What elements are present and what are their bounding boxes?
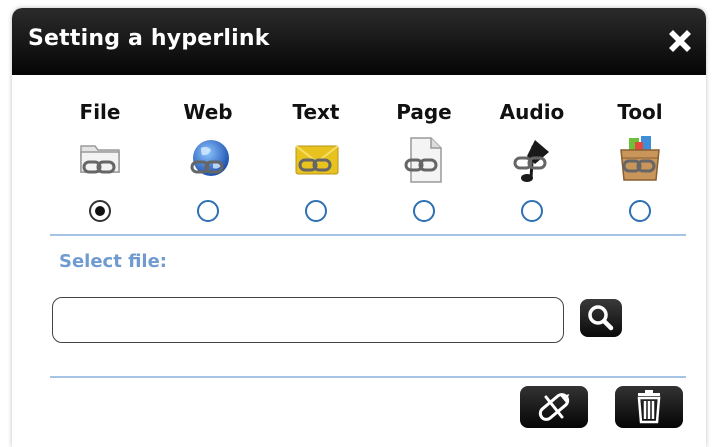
radio-tool[interactable] xyxy=(629,200,651,222)
select-file-label: Select file: xyxy=(59,251,168,272)
title-bar: Setting a hyperlink xyxy=(12,8,706,75)
link-type-tool[interactable]: Tool xyxy=(586,94,694,234)
hyperlink-dialog: Setting a hyperlink File Web Text Page A… xyxy=(12,8,706,447)
radio-file[interactable] xyxy=(89,200,111,222)
divider-top xyxy=(50,234,686,236)
text-envelope-link-icon xyxy=(291,134,341,184)
edit-link-icon xyxy=(538,393,570,421)
search-icon xyxy=(588,305,614,331)
link-type-label: Text xyxy=(292,100,340,124)
radio-page[interactable] xyxy=(413,200,435,222)
page-link-icon xyxy=(399,134,449,184)
link-type-web[interactable]: Web xyxy=(154,94,262,234)
web-globe-link-icon xyxy=(183,134,233,184)
link-type-label: Tool xyxy=(617,100,663,124)
trash-icon xyxy=(637,390,661,424)
dialog-title: Setting a hyperlink xyxy=(28,26,270,51)
edit-link-button[interactable] xyxy=(520,386,588,428)
file-path-input[interactable] xyxy=(52,297,564,343)
close-icon[interactable] xyxy=(660,20,700,60)
radio-text[interactable] xyxy=(305,200,327,222)
link-type-selector: File Web Text Page Audio Tool xyxy=(12,94,706,234)
radio-audio[interactable] xyxy=(521,200,543,222)
link-type-label: Audio xyxy=(499,100,565,124)
link-type-text[interactable]: Text xyxy=(262,94,370,234)
link-type-label: Page xyxy=(396,100,452,124)
link-type-audio[interactable]: Audio xyxy=(478,94,586,234)
search-button[interactable] xyxy=(580,299,622,337)
link-type-file[interactable]: File xyxy=(46,94,154,234)
link-type-page[interactable]: Page xyxy=(370,94,478,234)
audio-note-link-icon xyxy=(507,134,557,184)
tool-box-link-icon xyxy=(615,134,665,184)
radio-web[interactable] xyxy=(197,200,219,222)
link-type-label: Web xyxy=(183,100,233,124)
file-link-icon xyxy=(75,134,125,184)
delete-button[interactable] xyxy=(615,386,683,428)
link-type-label: File xyxy=(79,100,121,124)
divider-bottom xyxy=(50,376,686,378)
